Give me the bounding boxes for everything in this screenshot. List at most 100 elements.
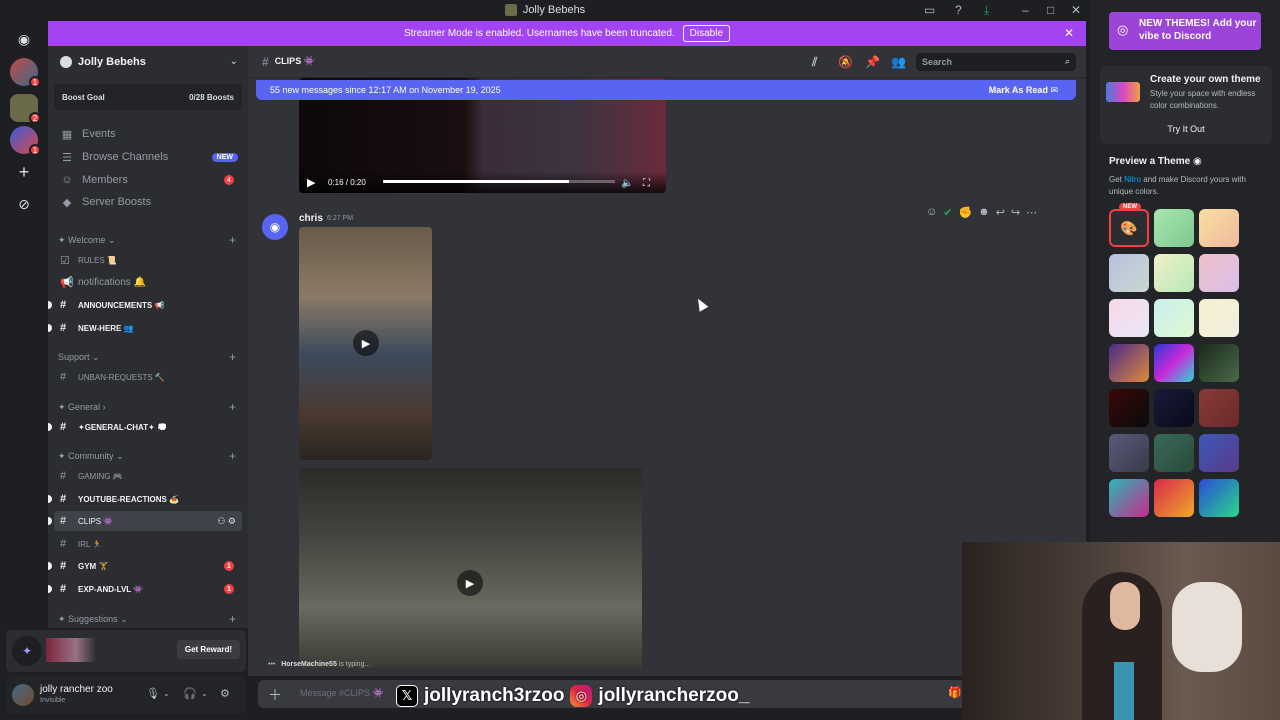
mark-as-read-button[interactable]: Mark As Read ✉ — [989, 85, 1058, 96]
message-author[interactable]: chris — [299, 213, 323, 224]
theme-neon[interactable] — [1154, 344, 1194, 382]
user-settings-icon[interactable]: ⚙ — [220, 687, 230, 700]
add-channel-icon[interactable]: + — [229, 233, 236, 247]
more-options-icon[interactable]: ⋯ — [1026, 206, 1037, 219]
theme-custom[interactable]: 🎨 — [1109, 209, 1149, 247]
reply-icon[interactable]: ↩ — [996, 206, 1005, 219]
notification-mute-icon[interactable]: 🔕 — [838, 55, 853, 69]
chevron-down-icon[interactable]: ⌄ — [163, 689, 170, 698]
play-icon[interactable]: ▶ — [307, 176, 315, 189]
theme-ember[interactable] — [1154, 479, 1194, 517]
theme-lavender[interactable] — [1109, 254, 1149, 292]
theme-sunset[interactable] — [1109, 344, 1149, 382]
message-input[interactable]: Message #CLIPS 👾 — [300, 688, 384, 699]
theme-ocean[interactable] — [1199, 434, 1239, 472]
nav-browse-channels[interactable]: ☰ Browse Channels NEW — [54, 147, 242, 167]
channel-gaming[interactable]: # GAMING 🎮 — [54, 466, 242, 486]
video-attachment-1[interactable]: ▶ — [299, 227, 432, 460]
channel-youtube-reactions[interactable]: # YOUTUBE-REACTIONS 🍝 — [48, 489, 242, 509]
disable-streamer-button[interactable]: Disable — [682, 25, 731, 42]
theme-lemon[interactable] — [1154, 254, 1194, 292]
inbox-icon[interactable]: ▭ — [924, 3, 935, 17]
microphone-icon[interactable]: 🎙 — [146, 687, 160, 700]
avatar[interactable] — [12, 684, 34, 706]
discord-home-icon[interactable]: ◉ — [10, 25, 38, 53]
try-it-out-button[interactable]: Try It Out — [1100, 124, 1272, 134]
play-icon[interactable]: ▶ — [457, 570, 483, 596]
theme-sky[interactable] — [1154, 299, 1194, 337]
fullscreen-icon[interactable]: ⛶ — [643, 178, 650, 189]
theme-peach[interactable] — [1199, 209, 1239, 247]
theme-dusk[interactable] — [1109, 434, 1149, 472]
theme-midnight[interactable] — [1154, 389, 1194, 427]
help-icon[interactable]: ? — [955, 3, 962, 17]
channel-gym[interactable]: # GYM 🏋 1 — [48, 556, 242, 576]
channel-exp-and-lvl[interactable]: # EXP-AND-LVL 👾 1 — [48, 579, 242, 599]
channel-settings-icon[interactable]: ⚇ ⚙ — [217, 516, 236, 527]
chevron-down-icon[interactable]: ⌄ — [201, 689, 208, 698]
channel-clips[interactable]: # CLIPS 👾 ⚇ ⚙ — [48, 511, 242, 531]
member-list-icon[interactable]: 👥 — [891, 55, 906, 69]
forward-icon[interactable]: ↪ — [1011, 206, 1020, 219]
add-attachment-icon[interactable]: ＋ — [268, 685, 282, 705]
get-reward-button[interactable]: Get Reward! — [176, 640, 240, 659]
add-channel-icon[interactable]: + — [229, 350, 236, 364]
reaction-check-icon[interactable]: ✔ — [943, 206, 952, 219]
threads-icon[interactable]: ⫽ — [812, 55, 817, 70]
theme-blush[interactable] — [1109, 299, 1149, 337]
nav-members[interactable]: ☺ Members 4 — [54, 170, 242, 190]
search-input[interactable]: Search ⌕ — [916, 53, 1076, 71]
channel-unban-requests[interactable]: # UNBAN-REQUESTS 🔨 — [54, 367, 242, 387]
play-icon[interactable]: ▶ — [353, 330, 379, 356]
volume-icon[interactable]: 🔈 — [621, 178, 633, 189]
channel-general-chat[interactable]: # ✦GENERAL-CHAT✦ 💭 — [48, 417, 242, 437]
new-messages-bar[interactable]: 55 new messages since 12:17 AM on Novemb… — [256, 80, 1076, 100]
category-welcome[interactable]: ✦ Welcome ⌄ + — [58, 233, 238, 247]
add-reaction-icon[interactable]: ☻ — [978, 206, 990, 218]
theme-lagoon[interactable] — [1199, 479, 1239, 517]
headphones-icon[interactable]: 🎧 — [183, 687, 197, 700]
theme-sage[interactable] — [1154, 434, 1194, 472]
channel-announcements[interactable]: # ANNOUNCEMENTS 📢 — [48, 295, 242, 315]
gift-icon[interactable]: 🎁 — [948, 686, 962, 699]
theme-crimson[interactable] — [1109, 389, 1149, 427]
add-server-icon[interactable]: + — [10, 158, 38, 186]
close-window-icon[interactable]: ✕ — [1071, 3, 1081, 17]
category-community[interactable]: ✦ Community ⌄ + — [58, 449, 238, 463]
add-channel-icon[interactable]: + — [229, 400, 236, 414]
theme-rose[interactable] — [1199, 254, 1239, 292]
nav-server-boosts[interactable]: ◆ Server Boosts — [54, 192, 242, 212]
video-attachment-2[interactable]: ▶ — [299, 468, 642, 668]
avatar[interactable]: ◉ — [262, 214, 288, 240]
reaction-muscle-icon[interactable]: ✊ — [958, 206, 972, 219]
video-progress-bar[interactable] — [383, 180, 615, 183]
channel-rules[interactable]: ☑ RULES 📜 — [54, 250, 242, 270]
pin-icon[interactable]: 📌 — [865, 55, 880, 69]
theme-cream[interactable] — [1199, 299, 1239, 337]
theme-aurora[interactable] — [1109, 479, 1149, 517]
category-support[interactable]: Support ⌄ + — [58, 350, 238, 364]
category-suggestions[interactable]: ✦ Suggestions ⌄ + — [58, 612, 238, 626]
discover-icon[interactable]: ⊘ — [10, 190, 38, 218]
minimize-icon[interactable]: – — [1022, 3, 1029, 17]
theme-mint[interactable] — [1154, 209, 1194, 247]
download-icon[interactable]: ⤓ — [984, 3, 989, 18]
channel-notifications[interactable]: 📢 notifications 🔔 — [54, 272, 242, 292]
new-themes-banner[interactable]: ◎ NEW THEMES! Add your vibe to Discord — [1109, 12, 1261, 50]
server-header[interactable]: Jolly Bebehs ⌄ — [48, 46, 248, 78]
close-banner-icon[interactable]: ✕ — [1064, 26, 1074, 40]
theme-maroon[interactable] — [1199, 389, 1239, 427]
add-channel-icon[interactable]: + — [229, 449, 236, 463]
server-icon-3[interactable]: 1 — [10, 126, 41, 156]
server-icon-1[interactable]: 1 — [10, 58, 41, 88]
maximize-icon[interactable]: □ — [1047, 3, 1054, 17]
category-general[interactable]: ✦ General › + — [58, 400, 238, 414]
channel-irl[interactable]: # IRL 🏃 — [54, 534, 242, 554]
reaction-emoji-icon[interactable]: ☺ — [926, 206, 937, 218]
theme-forest[interactable] — [1199, 344, 1239, 382]
add-channel-icon[interactable]: + — [229, 612, 236, 626]
boost-goal[interactable]: Boost Goal 0/28 Boosts — [54, 84, 242, 110]
server-icon-jolly-bebehs[interactable]: 2 — [10, 94, 41, 124]
nitro-link[interactable]: Nitro — [1124, 175, 1141, 184]
nav-events[interactable]: ▦ Events — [54, 124, 242, 144]
